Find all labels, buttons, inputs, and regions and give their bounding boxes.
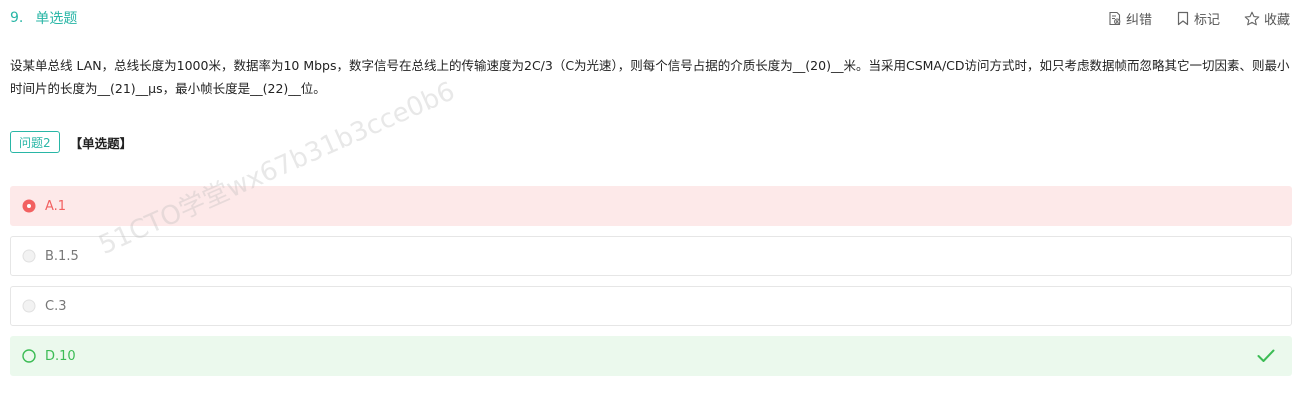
question-number: 9. — [10, 10, 24, 26]
option-b[interactable]: B.1.5 — [10, 236, 1292, 276]
sub-question-type: 【单选题】 — [69, 135, 133, 151]
report-error-label: 纠错 — [1125, 12, 1152, 28]
question-actions: 纠错 标记 收藏 — [1083, 8, 1290, 28]
favorite-button[interactable]: 收藏 — [1244, 9, 1290, 28]
radio-correct-icon — [22, 349, 36, 363]
favorite-label: 收藏 — [1263, 12, 1290, 28]
report-error-icon — [1109, 11, 1121, 25]
radio-icon — [22, 249, 36, 263]
option-c[interactable]: C.3 — [10, 286, 1292, 326]
option-d-label: D.10 — [45, 348, 76, 364]
option-a[interactable]: A.1 — [10, 186, 1292, 226]
check-icon — [1257, 349, 1275, 362]
question-stem: 设某单总线 LAN，总线长度为1000米，数据率为10 Mbps，数字信号在总线… — [10, 58, 1290, 96]
sub-question-row: 问题2 【单选题】 — [10, 130, 132, 154]
option-b-label: B.1.5 — [45, 248, 79, 264]
option-a-label: A.1 — [45, 198, 67, 214]
report-error-button[interactable]: 纠错 — [1107, 9, 1152, 28]
question-type-title: 单选题 — [35, 11, 78, 27]
bookmark-icon — [1177, 11, 1189, 25]
question-header: 9. 单选题 — [10, 8, 77, 28]
sub-question-tag: 问题2 — [10, 131, 60, 153]
mark-button[interactable]: 标记 — [1176, 9, 1220, 28]
option-d[interactable]: D.10 — [10, 336, 1292, 376]
option-c-label: C.3 — [45, 298, 67, 314]
question-page: 9. 单选题 纠错 标记 收藏 设某单总线 LAN，总线长度为1000米，数据率… — [0, 0, 1312, 403]
radio-selected-icon — [22, 199, 36, 213]
star-icon — [1244, 11, 1260, 25]
mark-label: 标记 — [1193, 12, 1220, 28]
radio-icon — [22, 299, 36, 313]
